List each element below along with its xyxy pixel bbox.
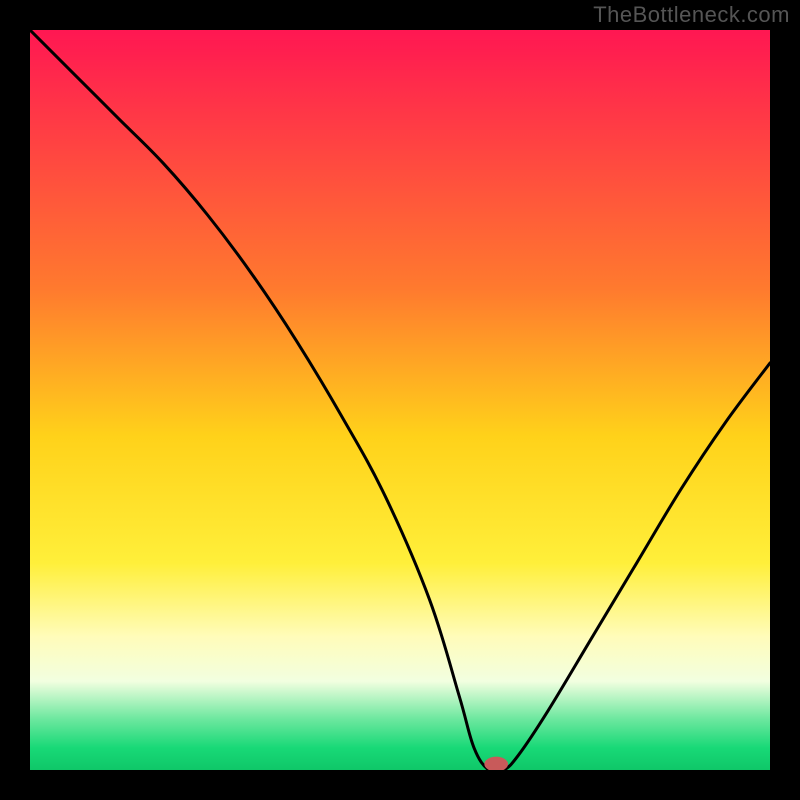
plot-area bbox=[30, 30, 770, 770]
chart-frame: TheBottleneck.com bbox=[0, 0, 800, 800]
watermark-text: TheBottleneck.com bbox=[593, 2, 790, 28]
chart-svg bbox=[30, 30, 770, 770]
